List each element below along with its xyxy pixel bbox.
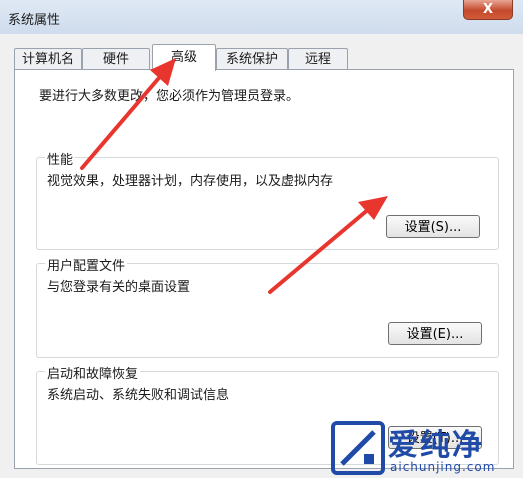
tab-hardware[interactable]: 硬件 (82, 48, 150, 69)
performance-settings-button[interactable]: 设置(S)... (386, 215, 480, 238)
user-profiles-desc: 与您登录有关的桌面设置 (47, 280, 191, 295)
tab-system-protection[interactable]: 系统保护 (216, 48, 288, 69)
watermark-logo: 爱纯净 aichunjing.com (330, 420, 520, 478)
startup-recovery-title: 启动和故障恢复 (45, 363, 141, 382)
user-profiles-settings-button[interactable]: 设置(E)... (388, 322, 482, 345)
watermark-url: aichunjing.com (390, 460, 496, 474)
tab-advanced[interactable]: 高级 (152, 44, 216, 71)
close-icon: X (482, 2, 494, 17)
tab-computer-name[interactable]: 计算机名 (14, 48, 82, 69)
dialog-body: 计算机名 硬件 高级 系统保护 远程 要进行大多数更改，您必须作为管理员登录。 … (0, 34, 523, 478)
tab-remote[interactable]: 远程 (288, 48, 348, 69)
close-button[interactable]: X (463, 0, 513, 20)
performance-group: 性能 视觉效果，处理器计划，内存使用，以及虚拟内存 设置(S)... (36, 149, 499, 250)
startup-recovery-desc: 系统启动、系统失败和调试信息 (47, 388, 230, 403)
performance-title: 性能 (45, 149, 76, 168)
advanced-panel: 要进行大多数更改，您必须作为管理员登录。 性能 视觉效果，处理器计划，内存使用，… (14, 69, 514, 469)
user-profiles-group: 用户配置文件 与您登录有关的桌面设置 设置(E)... (36, 255, 499, 358)
watermark-brand: 爱纯净 (388, 428, 484, 463)
admin-notice: 要进行大多数更改，您必须作为管理员登录。 (39, 89, 300, 104)
window-title: 系统属性 (8, 13, 61, 28)
user-profiles-title: 用户配置文件 (45, 255, 128, 274)
performance-desc: 视觉效果，处理器计划，内存使用，以及虚拟内存 (47, 174, 334, 189)
title-bar: 系统属性 X (0, 0, 523, 35)
logo-icon (331, 421, 385, 475)
